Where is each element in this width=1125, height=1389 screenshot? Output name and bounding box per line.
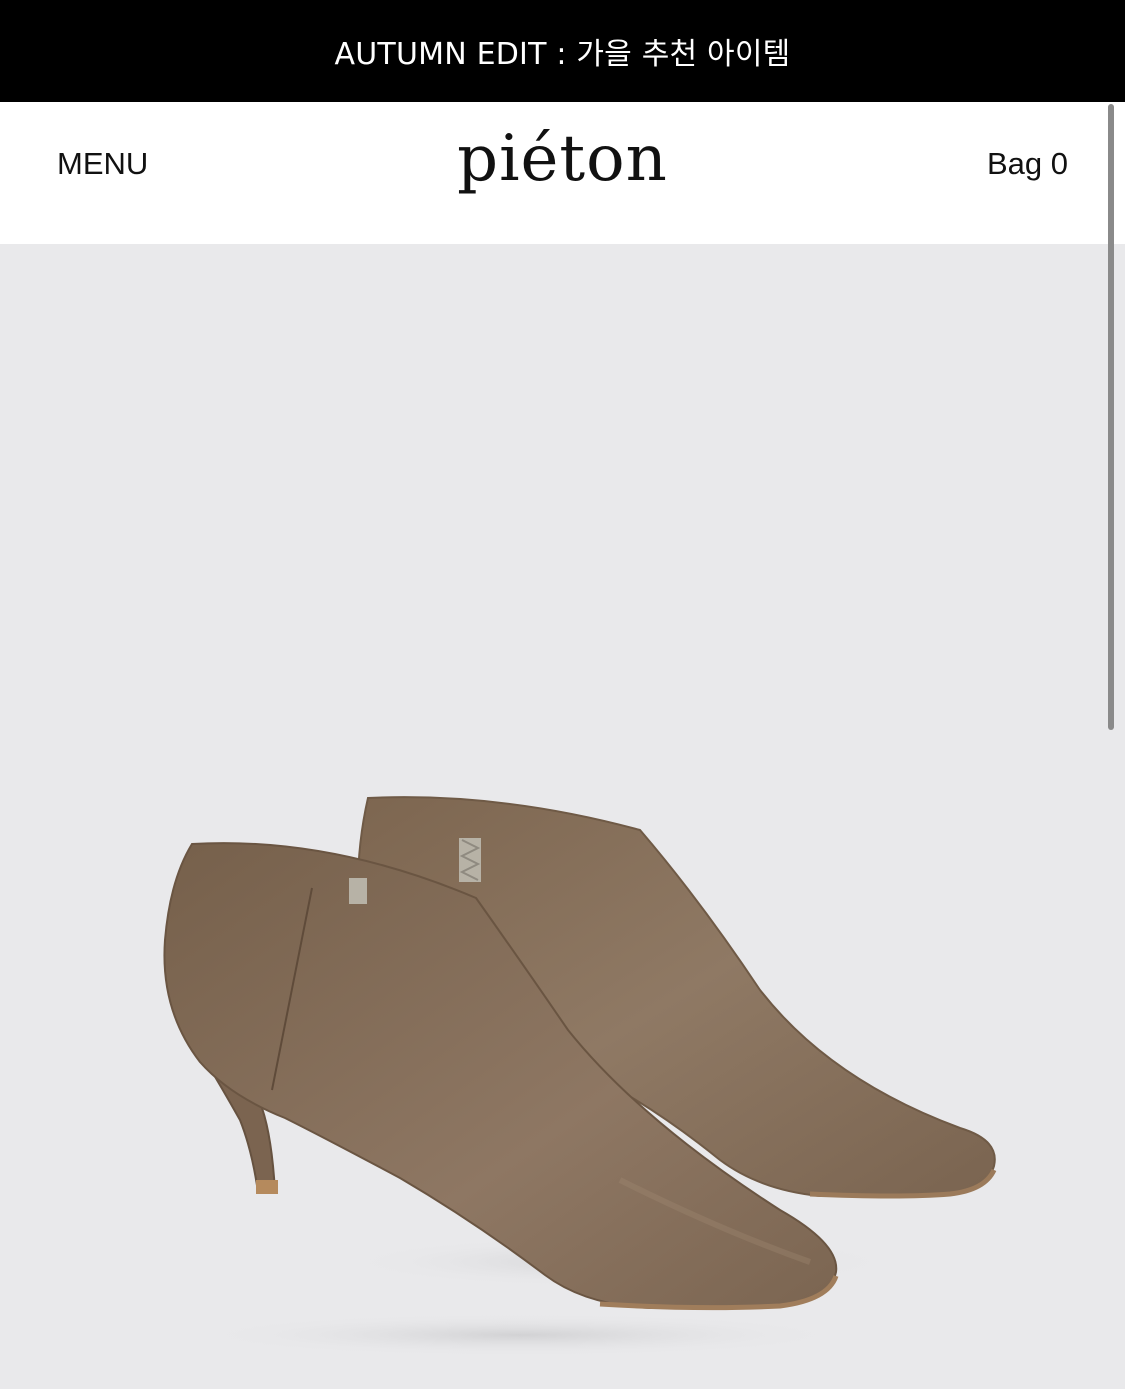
announcement-bar[interactable]: AUTUMN EDIT : 가을 추천 아이템 xyxy=(0,0,1125,102)
announcement-text[interactable]: AUTUMN EDIT : 가을 추천 아이템 xyxy=(335,29,791,73)
hero-product-image[interactable] xyxy=(0,244,1125,1389)
site-header: MENU piéton Bag 0 xyxy=(0,102,1125,244)
brand-logo[interactable]: piéton xyxy=(0,122,1125,196)
ankle-boots-illustration xyxy=(163,796,997,1357)
bag-button[interactable]: Bag 0 xyxy=(987,146,1068,182)
scrollbar-thumb[interactable] xyxy=(1108,104,1114,730)
